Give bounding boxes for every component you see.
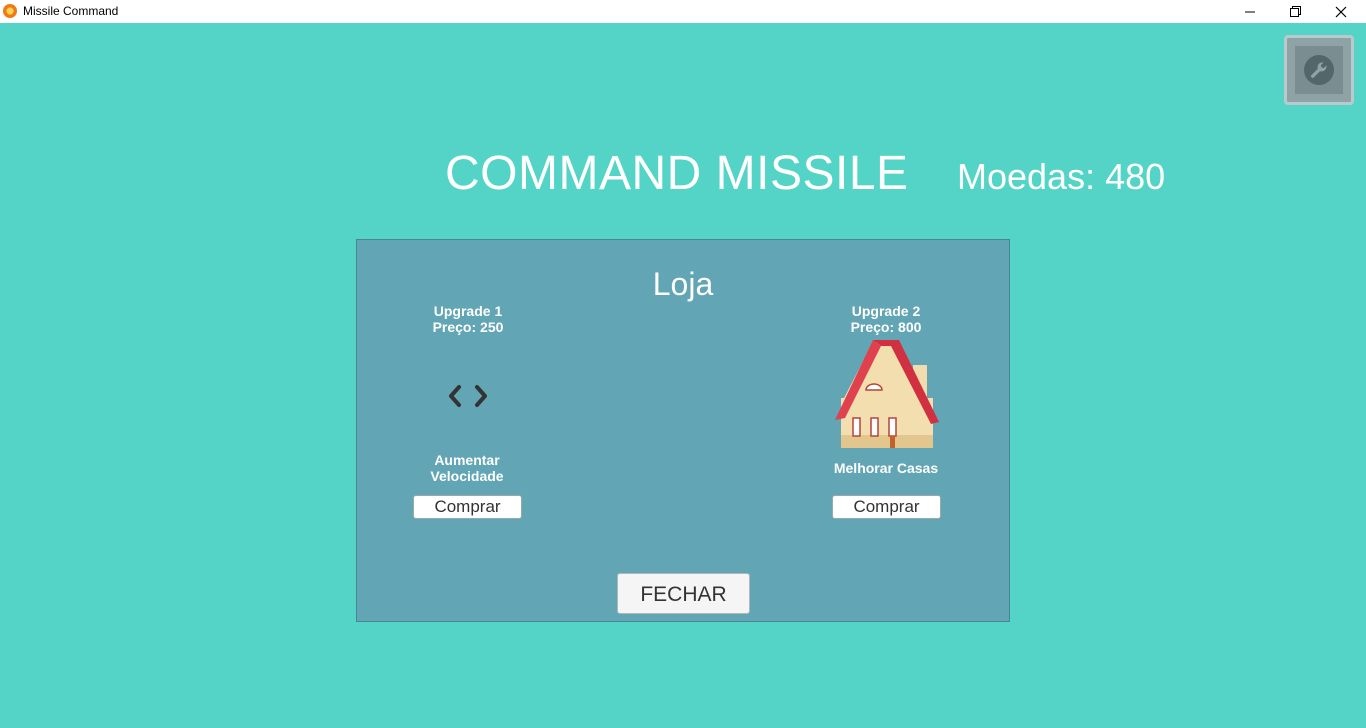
upgrade-1-desc-line2: Velocidade: [430, 468, 504, 484]
minimize-button[interactable]: [1227, 0, 1273, 23]
upgrade-2-price: Preço: 800: [850, 319, 922, 335]
coins-value: 480: [1105, 156, 1166, 197]
settings-button-face: [1295, 46, 1343, 94]
coins-display: Moedas: 480: [957, 156, 1165, 198]
game-window: Missile Command COMMAND MISSILE Moedas: …: [0, 0, 1366, 728]
shop-panel: Loja Upgrade 1 Preço: 250 Aumentar Veloc…: [356, 239, 1010, 622]
upgrade-1-name: Upgrade 1: [433, 303, 503, 319]
buy-upgrade-2-button[interactable]: Comprar: [832, 495, 941, 519]
window-title: Missile Command: [23, 4, 119, 18]
upgrade-1-description: Aumentar Velocidade: [387, 452, 547, 484]
wrench-icon: [1304, 55, 1334, 85]
close-shop-button[interactable]: FECHAR: [617, 573, 750, 614]
upgrade-2-image: [833, 340, 941, 455]
close-window-button[interactable]: [1318, 0, 1364, 23]
upgrade-1-image: [445, 383, 491, 414]
shop-title: Loja: [652, 266, 714, 302]
house-icon: [835, 340, 939, 448]
upgrade-1-desc-line1: Aumentar: [434, 452, 500, 468]
settings-button[interactable]: [1284, 35, 1354, 105]
upgrade-2-header: Upgrade 2 Preço: 800: [806, 303, 966, 335]
upgrade-1-header: Upgrade 1 Preço: 250: [388, 303, 548, 335]
upgrade-2-name: Upgrade 2: [851, 303, 921, 319]
game-title: COMMAND MISSILE: [445, 147, 909, 200]
coins-label: Moedas:: [957, 156, 1096, 197]
minimize-icon: [1245, 11, 1255, 12]
close-icon: [1335, 6, 1347, 17]
restore-button[interactable]: [1272, 0, 1318, 23]
chevrons-icon: [449, 385, 487, 407]
app-flame-icon: [3, 4, 17, 18]
buy-upgrade-1-button[interactable]: Comprar: [413, 495, 522, 519]
maximize-icon: [1289, 6, 1301, 17]
upgrade-1-price: Preço: 250: [432, 319, 504, 335]
title-bar: Missile Command: [0, 0, 1366, 23]
upgrade-2-description: Melhorar Casas: [833, 460, 939, 476]
